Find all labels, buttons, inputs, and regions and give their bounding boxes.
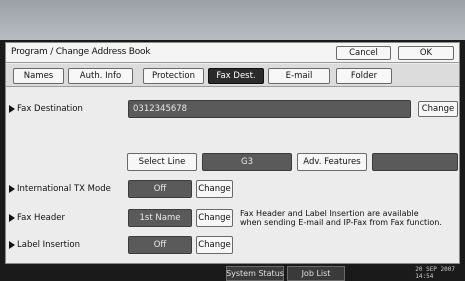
cancel-button[interactable]: Cancel (336, 46, 391, 60)
label-insertion-value: Off (128, 236, 192, 254)
fax-destination-label-text: Fax Destination (17, 104, 83, 114)
tab-email[interactable]: E-mail (268, 68, 330, 84)
tab-folder[interactable]: Folder (336, 68, 392, 84)
tab-auth-info[interactable]: Auth. Info (68, 68, 133, 84)
fax-header-value: 1st Name (128, 209, 192, 227)
ok-button[interactable]: OK (398, 46, 454, 60)
international-tx-value: Off (128, 180, 192, 198)
arrow-right-icon (9, 105, 15, 113)
fax-header-label: Fax Header (9, 211, 65, 225)
time-display: 14:54 (415, 273, 434, 280)
arrow-right-icon (9, 185, 15, 193)
page-title: Program / Change Address Book (11, 47, 151, 57)
select-line-button[interactable]: Select Line (127, 153, 197, 171)
title-bar: Program / Change Address Book Cancel OK (6, 43, 459, 63)
arrow-right-icon (9, 214, 15, 222)
info-text: Fax Header and Label Insertion are avail… (240, 209, 442, 227)
tab-bar: Names Auth. Info Protection Fax Dest. E-… (6, 64, 459, 87)
fax-header-change-button[interactable]: Change (196, 209, 233, 227)
international-tx-label-text: International TX Mode (17, 184, 111, 194)
label-insertion-label-text: Label Insertion (17, 240, 80, 250)
international-tx-change-button[interactable]: Change (196, 180, 233, 198)
job-list-button[interactable]: Job List (287, 266, 345, 281)
adv-features-field (372, 153, 458, 171)
tab-fax-dest[interactable]: Fax Dest. (208, 68, 264, 84)
adv-features-button[interactable]: Adv. Features (297, 153, 367, 171)
fax-destination-label: Fax Destination (9, 102, 83, 116)
label-insertion-label: Label Insertion (9, 238, 80, 252)
date-time-display: 20 SEP 2007 14:54 (415, 266, 455, 280)
top-band (0, 0, 465, 40)
info-text-line-2: when sending E-mail and IP-Fax from Fax … (240, 218, 442, 227)
status-bar: System Status Job List 20 SEP 2007 14:54 (0, 265, 465, 281)
international-tx-label: International TX Mode (9, 182, 111, 196)
tab-protection[interactable]: Protection (143, 68, 204, 84)
address-book-panel: Program / Change Address Book Cancel OK … (5, 42, 460, 264)
fax-header-label-text: Fax Header (17, 213, 65, 223)
info-text-line-1: Fax Header and Label Insertion are avail… (240, 209, 419, 218)
system-status-button[interactable]: System Status (226, 266, 284, 281)
label-insertion-change-button[interactable]: Change (196, 236, 233, 254)
fax-destination-change-button[interactable]: Change (418, 101, 458, 117)
arrow-right-icon (9, 241, 15, 249)
tab-names[interactable]: Names (13, 68, 64, 84)
date-display: 20 SEP 2007 (415, 266, 455, 273)
line-value-field: G3 (202, 153, 292, 171)
fax-destination-field[interactable]: 0312345678 (128, 100, 411, 118)
